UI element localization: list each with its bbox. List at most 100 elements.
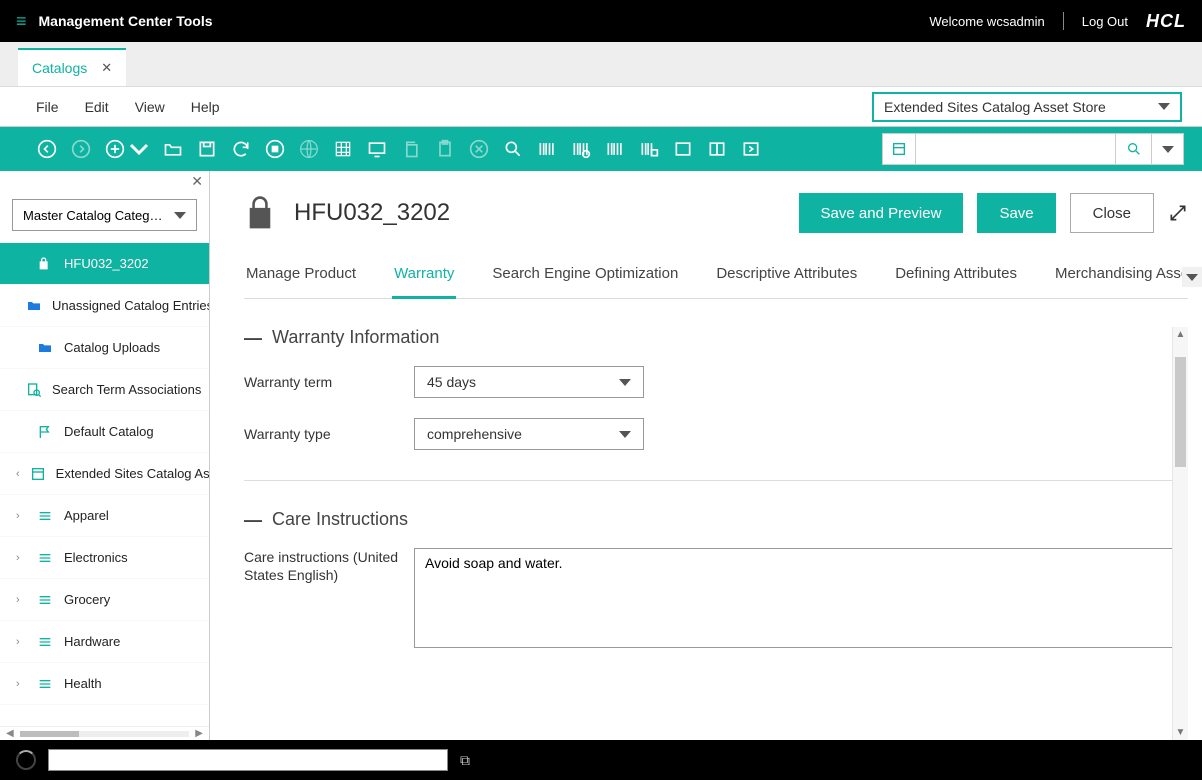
sidebar-item-label: Apparel — [64, 508, 109, 523]
search-input[interactable] — [916, 133, 1116, 165]
preview-icon[interactable] — [366, 138, 388, 160]
search-dropdown[interactable] — [1152, 133, 1184, 165]
vertical-scrollbar[interactable]: ▲ ▼ — [1172, 327, 1188, 740]
sidebar-item[interactable]: ‹Extended Sites Catalog Asset Store — [0, 453, 209, 495]
sidebar-item[interactable]: › Apparel — [0, 495, 209, 537]
detature-tabs: Manage Product Warranty Search Engine Opti… — [244, 265, 1188, 299]
next-panel-icon[interactable] — [740, 138, 762, 160]
tabs-overflow-icon[interactable] — [1182, 267, 1202, 287]
collapse-icon[interactable]: — — [244, 511, 262, 529]
warranty-term-label: Warranty term — [244, 374, 414, 390]
category-icon — [36, 591, 54, 609]
sidebar-item-label: Health — [64, 676, 102, 691]
expand-icon[interactable]: › — [16, 678, 26, 690]
tab-descriptive-attributes[interactable]: Descriptive Attributes — [714, 265, 859, 298]
sidebar-item[interactable]: Catalog Uploads — [0, 327, 209, 369]
folder-icon — [26, 297, 42, 315]
open-icon[interactable] — [162, 138, 184, 160]
close-icon[interactable]: ✕ — [101, 60, 112, 76]
sidebar-filter[interactable]: Master Catalog Categ… — [12, 199, 197, 231]
close-button[interactable]: Close — [1070, 193, 1154, 233]
chevron-down-icon — [174, 212, 186, 219]
tab-defining-attributes[interactable]: Defining Attributes — [893, 265, 1019, 298]
search-button[interactable] — [1116, 133, 1152, 165]
expand-icon[interactable]: › — [16, 636, 26, 648]
warranty-term-select[interactable]: 45 days — [414, 366, 644, 398]
care-instructions-input[interactable] — [414, 548, 1188, 648]
scroll-up-icon[interactable]: ▲ — [1173, 329, 1188, 340]
main-panel: HFU032_3202 Save and Preview Save Close … — [210, 171, 1202, 740]
scroll-down-icon[interactable]: ▼ — [1173, 727, 1188, 738]
sidebar-item[interactable]: ›Grocery — [0, 579, 209, 621]
sidebar-item[interactable]: Unassigned Catalog Entries — [0, 285, 209, 327]
add-icon[interactable] — [104, 138, 126, 160]
sidebar-item[interactable]: Default Catalog — [0, 411, 209, 453]
toolbar-search — [882, 133, 1184, 165]
menu-edit[interactable]: Edit — [85, 99, 109, 115]
search-type-icon[interactable] — [882, 133, 916, 165]
folder-icon — [36, 339, 54, 357]
scroll-thumb[interactable] — [20, 731, 79, 737]
barcode1-icon[interactable] — [536, 138, 558, 160]
expand-icon[interactable]: › — [16, 552, 26, 564]
stop-icon[interactable] — [264, 138, 286, 160]
expand-icon[interactable]: › — [16, 510, 26, 522]
sidebar-item[interactable]: ›Hardware — [0, 621, 209, 663]
scroll-right-icon[interactable]: ▶ — [195, 728, 203, 739]
global-header: ≡ Management Center Tools Welcome wcsadm… — [0, 0, 1202, 42]
save-button[interactable]: Save — [977, 193, 1055, 233]
chevron-down-icon — [1158, 103, 1170, 110]
scroll-track[interactable] — [20, 731, 190, 737]
tab-search-engine-optimization[interactable]: Search Engine Optimization — [490, 265, 680, 298]
barcode2-icon[interactable] — [570, 138, 592, 160]
sidebar-item[interactable]: Search Term Associations — [0, 369, 209, 411]
add-dropdown-icon[interactable] — [128, 138, 150, 160]
collapse-icon[interactable]: — — [244, 329, 262, 347]
category-icon — [36, 633, 54, 651]
save-preview-button[interactable]: Save and Preview — [799, 193, 964, 233]
tab-merchandising-associations[interactable]: Merchandising Associations — [1053, 265, 1202, 298]
tab-warranty[interactable]: Warranty — [392, 265, 456, 299]
tab-manage-product[interactable]: Manage Product — [244, 265, 358, 298]
spinner-icon — [16, 750, 36, 770]
sidebar-hscroll[interactable]: ◀ ▶ — [0, 726, 209, 740]
scroll-thumb[interactable] — [1175, 357, 1186, 467]
refresh-icon[interactable] — [230, 138, 252, 160]
menu-file[interactable]: File — [36, 99, 59, 115]
welcome-text: Welcome wcsadmin — [929, 14, 1044, 29]
chevron-down-icon — [619, 431, 631, 438]
app-tab-strip: Catalogs ✕ — [0, 42, 1202, 87]
popout-icon[interactable]: ⧉ — [460, 752, 470, 769]
category-icon — [36, 507, 54, 525]
chevron-down-icon — [1162, 146, 1174, 153]
sidebar-item-label: Default Catalog — [64, 424, 154, 439]
copy-icon — [400, 138, 422, 160]
sidebar-item[interactable]: ›Electronics — [0, 537, 209, 579]
expand-icon[interactable] — [1168, 203, 1188, 223]
barcode4-icon[interactable] — [638, 138, 660, 160]
store-selector[interactable]: Extended Sites Catalog Asset Store — [872, 92, 1182, 122]
logout-link[interactable]: Log Out — [1082, 14, 1128, 29]
save-icon[interactable] — [196, 138, 218, 160]
find-icon[interactable] — [502, 138, 524, 160]
menu-help[interactable]: Help — [191, 99, 220, 115]
expand-icon[interactable]: › — [16, 594, 26, 606]
back-icon[interactable] — [36, 138, 58, 160]
menu-icon[interactable]: ≡ — [16, 11, 27, 32]
command-input[interactable] — [48, 749, 448, 771]
sidebar-item[interactable]: › Health — [0, 663, 209, 705]
layout1-icon[interactable] — [672, 138, 694, 160]
grid-icon[interactable] — [332, 138, 354, 160]
flag-icon — [36, 423, 54, 441]
menu-view[interactable]: View — [135, 99, 165, 115]
globe-icon — [298, 138, 320, 160]
app-tab-catalogs[interactable]: Catalogs ✕ — [18, 48, 126, 86]
barcode3-icon[interactable] — [604, 138, 626, 160]
scroll-left-icon[interactable]: ◀ — [6, 728, 14, 739]
warranty-type-select[interactable]: comprehensive — [414, 418, 644, 450]
sidebar-item[interactable]: HFU032_3202 — [0, 243, 209, 285]
expand-icon[interactable]: ‹ — [16, 468, 20, 480]
sidebar-close-icon[interactable]: ✕ — [191, 173, 203, 190]
sidebar-item-label: HFU032_3202 — [64, 256, 149, 271]
layout2-icon[interactable] — [706, 138, 728, 160]
